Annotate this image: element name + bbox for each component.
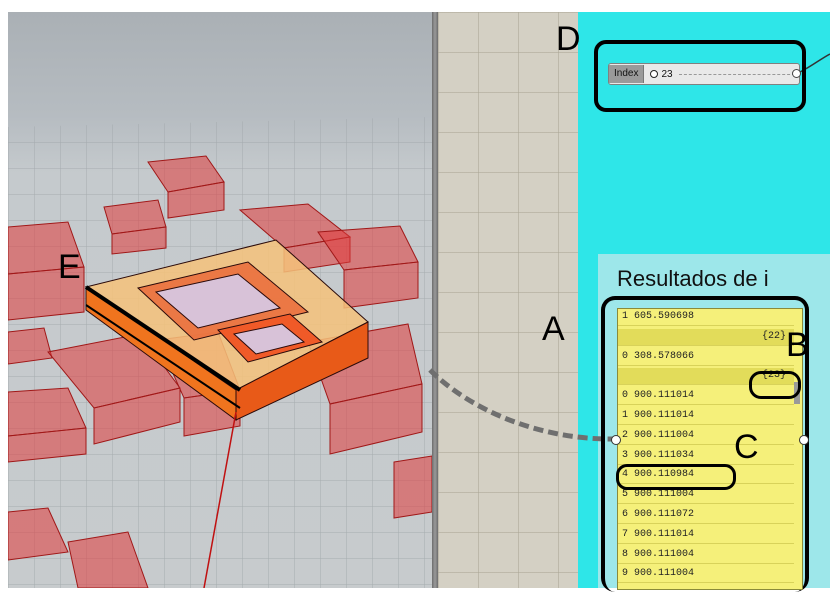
- slider-output-grip[interactable]: [792, 69, 801, 78]
- row-index: 1: [622, 410, 629, 421]
- viewport-scene: [8, 117, 432, 588]
- row-index: 3: [622, 449, 629, 461]
- row-value: 900.111014: [634, 528, 695, 540]
- row-value: 308.578066: [634, 350, 695, 362]
- row-value: 900.111072: [634, 509, 695, 520]
- context-building: [393, 455, 432, 519]
- panel-row: 2 900.111004: [618, 428, 794, 445]
- row-index: 6: [622, 509, 629, 520]
- row-index: 0: [622, 350, 629, 362]
- row-value: 900.111004: [634, 568, 695, 580]
- annotation-c: C: [734, 428, 759, 466]
- row-value: 605.590698: [634, 311, 695, 322]
- panel-row: 9 900.111004: [618, 566, 794, 584]
- panel-row: 6 900.111072: [618, 507, 794, 524]
- panel-row: 7 900.111014: [618, 527, 794, 544]
- row-index: 8: [622, 548, 629, 560]
- rhino-viewport[interactable]: E: [8, 12, 432, 588]
- branch-highlight: [749, 371, 801, 399]
- row-value: 900.111004: [634, 429, 695, 441]
- results-title: Resultados de i: [617, 266, 769, 291]
- item-highlight: [616, 464, 736, 490]
- row-value: 900.111004: [634, 548, 695, 560]
- panel-row: 1 605.590698: [618, 309, 794, 326]
- annotation-a: A: [542, 310, 565, 348]
- slider-label: Index: [609, 65, 645, 83]
- slider-knob[interactable]: [650, 70, 659, 78]
- row-value: 900.111014: [634, 410, 695, 421]
- results-panel[interactable]: 1 605.590698 {22} 0 308.578066 {23} 0 900.11101…: [617, 308, 803, 590]
- panel-row: 3 900.111034: [618, 448, 794, 465]
- row-index: 9: [622, 568, 629, 580]
- slider-track[interactable]: [678, 73, 795, 75]
- row-value: 900.111014: [634, 390, 695, 402]
- branch-path: {22}: [761, 330, 786, 342]
- panel-output-grip[interactable]: [799, 435, 809, 445]
- panel-row: 1 900.111014: [618, 408, 794, 425]
- grasshopper-canvas[interactable]: [438, 12, 578, 588]
- panel-row: 0 308.578066: [618, 349, 794, 366]
- annotation-b: B: [786, 326, 809, 364]
- context-building: [8, 327, 53, 365]
- panel-input-grip[interactable]: [611, 435, 621, 445]
- slider-value: 23: [661, 68, 673, 80]
- row-index: 1: [622, 311, 629, 322]
- annotation-d: D: [556, 20, 581, 58]
- annotation-e: E: [58, 248, 81, 286]
- row-index: 7: [622, 528, 629, 540]
- row-value: 900.111034: [634, 449, 695, 461]
- row-index: 2: [622, 429, 629, 441]
- panel-branch-row: {22}: [618, 328, 794, 346]
- index-slider[interactable]: Index 23: [608, 63, 800, 85]
- row-index: 0: [622, 390, 629, 402]
- panel-row: 8 900.111004: [618, 547, 794, 564]
